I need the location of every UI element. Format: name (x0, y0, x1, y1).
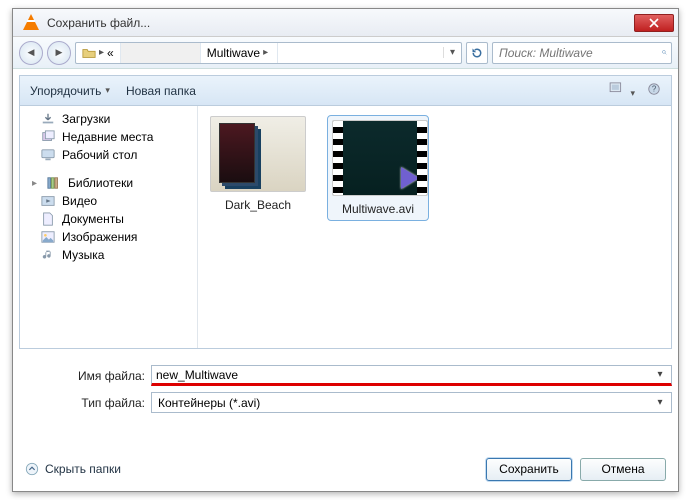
filename-input[interactable] (156, 368, 653, 382)
form-area: Имя файла: ▾ Тип файла: Контейнеры (*.av… (19, 365, 672, 413)
view-options-button[interactable]: ▾ (609, 82, 635, 99)
file-item-folder[interactable]: Dark_Beach (208, 116, 308, 212)
tree-libraries[interactable]: ▸Библиотеки (20, 174, 197, 192)
filename-field[interactable]: ▾ (151, 365, 672, 386)
chevron-right-icon: ▸ (260, 47, 271, 58)
dialog-body: Загрузки Недавние места Рабочий стол ▸Би… (19, 105, 672, 349)
documents-lib-icon (40, 212, 56, 226)
filename-label: Имя файла: (19, 369, 151, 383)
navigation-row: ◀ ▶ ▸ « Multiwave ▸ ▾ (13, 37, 678, 69)
dialog-footer: Скрыть папки Сохранить Отмена (13, 447, 678, 491)
video-lib-icon (40, 194, 56, 208)
filetype-label: Тип файла: (19, 396, 151, 410)
tree-item-documents[interactable]: Документы (20, 210, 197, 228)
filename-row: Имя файла: ▾ (19, 365, 672, 386)
help-icon: ? (647, 82, 661, 96)
recent-icon (40, 130, 56, 144)
play-overlay-icon (401, 167, 419, 189)
tree-item-recent[interactable]: Недавние места (20, 128, 197, 146)
downloads-icon (40, 112, 56, 126)
view-icon (609, 82, 627, 96)
breadcrumb-first[interactable]: ▸ « (76, 43, 121, 63)
desktop-icon (40, 148, 56, 162)
breadcrumb-bar[interactable]: ▸ « Multiwave ▸ ▾ (75, 42, 462, 64)
folder-tree[interactable]: Загрузки Недавние места Рабочий стол ▸Би… (20, 106, 198, 348)
vlc-cone-icon (23, 14, 41, 32)
forward-button[interactable]: ▶ (47, 41, 71, 65)
chevron-up-circle-icon (25, 462, 39, 476)
file-list[interactable]: Dark_Beach Multiwave.avi (198, 106, 671, 348)
filename-dropdown-icon[interactable]: ▾ (653, 369, 667, 380)
search-icon (662, 46, 667, 59)
help-button[interactable]: ? (647, 82, 661, 99)
tree-item-pictures[interactable]: Изображения (20, 228, 197, 246)
video-thumbnail (332, 120, 428, 196)
music-lib-icon (40, 248, 56, 262)
expand-icon[interactable]: ▸ (32, 178, 40, 189)
new-folder-button[interactable]: Новая папка (126, 84, 196, 98)
breadcrumb-seg-0: « (107, 46, 114, 60)
libraries-icon (46, 176, 62, 190)
save-button[interactable]: Сохранить (486, 458, 572, 481)
search-box[interactable] (492, 42, 672, 64)
hide-folders-link[interactable]: Скрыть папки (25, 462, 121, 476)
back-button[interactable]: ◀ (19, 41, 43, 65)
title-bar[interactable]: Сохранить файл... (13, 9, 678, 37)
search-input[interactable] (493, 46, 662, 60)
dropdown-chevron-icon[interactable]: ▾ (443, 47, 461, 58)
close-icon (649, 18, 659, 28)
folder-icon (82, 46, 96, 60)
file-item-video[interactable]: Multiwave.avi (328, 116, 428, 220)
save-dialog-window: Сохранить файл... ◀ ▶ ▸ « Multiwave ▸ ▾ (12, 8, 679, 492)
pictures-lib-icon (40, 230, 56, 244)
breadcrumb-seg-1: Multiwave (207, 46, 260, 60)
refresh-icon (471, 47, 483, 59)
organize-menu[interactable]: Упорядочить ▾ (30, 84, 110, 98)
svg-text:?: ? (652, 85, 657, 94)
window-title: Сохранить файл... (47, 16, 634, 30)
tree-item-music[interactable]: Музыка (20, 246, 197, 264)
filetype-dropdown-icon[interactable]: ▾ (653, 397, 667, 408)
cancel-button[interactable]: Отмена (580, 458, 666, 481)
breadcrumb-current[interactable]: Multiwave ▸ (201, 43, 278, 63)
filetype-select[interactable]: Контейнеры (*.avi) ▾ (151, 392, 672, 413)
tree-item-video[interactable]: Видео (20, 192, 197, 210)
folder-thumbnail (210, 116, 306, 192)
chevron-right-icon: ▸ (96, 47, 107, 58)
filetype-row: Тип файла: Контейнеры (*.avi) ▾ (19, 392, 672, 413)
arrow-left-icon: ◀ (28, 47, 35, 58)
breadcrumb-blurred[interactable] (121, 43, 201, 63)
tree-item-desktop[interactable]: Рабочий стол (20, 146, 197, 164)
chevron-down-icon: ▾ (105, 85, 110, 96)
refresh-button[interactable] (466, 42, 488, 64)
toolbar: Упорядочить ▾ Новая папка ▾ ? (19, 75, 672, 105)
file-caption: Dark_Beach (208, 198, 308, 212)
filetype-value: Контейнеры (*.avi) (156, 396, 653, 410)
arrow-right-icon: ▶ (56, 47, 63, 58)
close-button[interactable] (634, 14, 674, 32)
file-caption: Multiwave.avi (332, 202, 424, 216)
tree-item-downloads[interactable]: Загрузки (20, 110, 197, 128)
